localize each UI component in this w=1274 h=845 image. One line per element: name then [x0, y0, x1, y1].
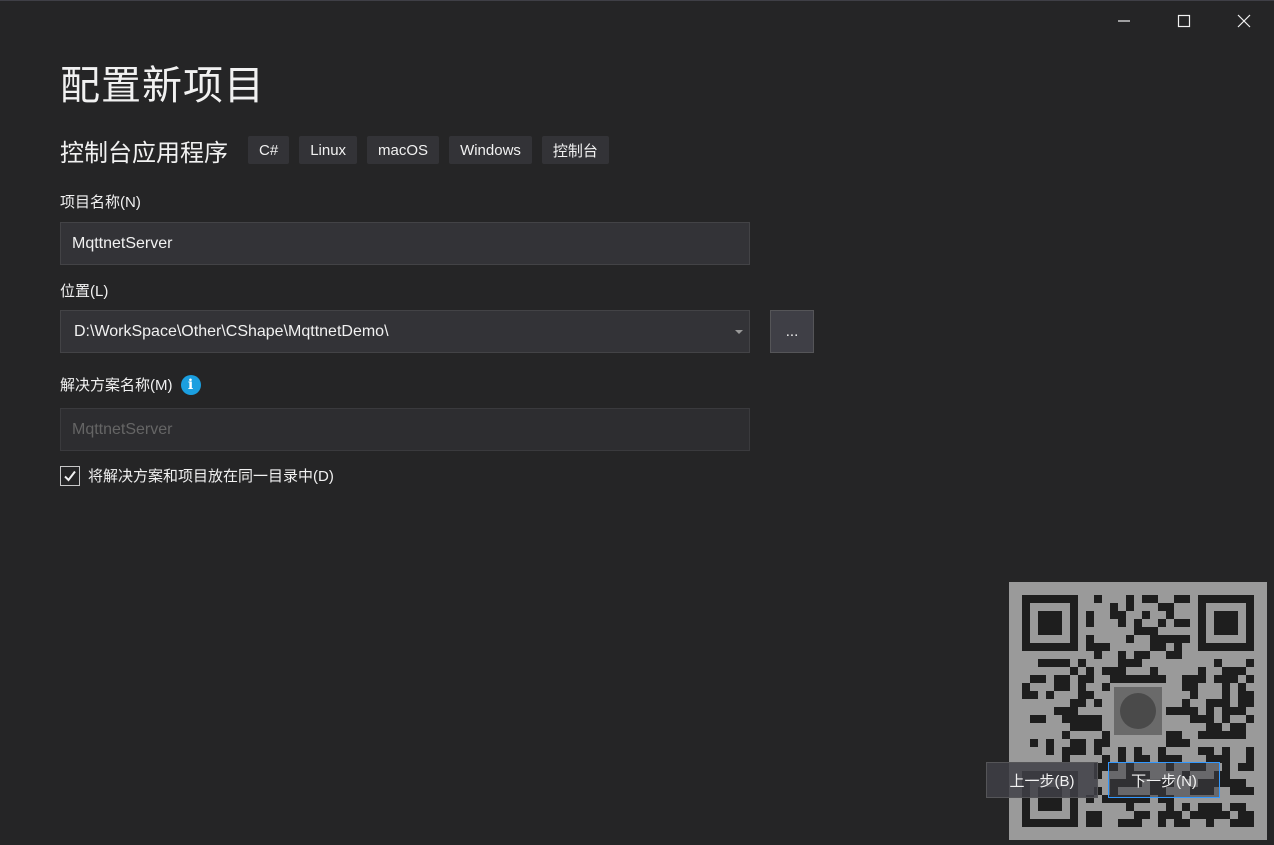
location-label: 位置(L)	[60, 283, 109, 300]
template-info: 控制台应用程序 C# Linux macOS Windows 控制台	[60, 135, 619, 167]
solution-name-placeholder: MqttnetServer	[72, 420, 173, 438]
tag-csharp: C#	[248, 136, 290, 164]
tag-linux: Linux	[299, 136, 358, 164]
template-name: 控制台应用程序	[60, 139, 228, 167]
project-name-input[interactable]: MqttnetServer	[60, 222, 750, 265]
minimize-icon	[1118, 20, 1130, 22]
same-directory-checkbox[interactable]	[60, 465, 80, 486]
next-button[interactable]: 下一步(N)	[1108, 762, 1220, 798]
project-name-value: MqttnetServer	[72, 234, 173, 252]
location-combobox[interactable]: D:\WorkSpace\Other\CShape\MqttnetDemo\	[60, 310, 750, 353]
maximize-button[interactable]	[1154, 1, 1214, 41]
solution-name-input: MqttnetServer	[60, 408, 750, 451]
location-value: D:\WorkSpace\Other\CShape\MqttnetDemo\	[74, 322, 389, 340]
browse-button[interactable]: ...	[770, 310, 814, 353]
solution-name-label-row: 解决方案名称(M) i	[60, 374, 201, 395]
back-button[interactable]: 上一步(B)	[986, 762, 1098, 798]
maximize-icon	[1177, 14, 1191, 28]
info-icon[interactable]: i	[180, 374, 201, 395]
tag-console: 控制台	[541, 136, 609, 164]
close-button[interactable]	[1214, 1, 1274, 41]
close-icon	[1237, 14, 1251, 28]
tag-windows: Windows	[449, 136, 532, 164]
qr-code-overlay	[1009, 582, 1267, 840]
configure-project-window: 配置新项目 控制台应用程序 C# Linux macOS Windows 控制台…	[0, 0, 1274, 845]
solution-name-label: 解决方案名称(M)	[60, 377, 173, 394]
project-name-label: 项目名称(N)	[60, 194, 141, 211]
minimize-button[interactable]	[1094, 1, 1154, 41]
window-controls	[1094, 1, 1274, 41]
checkmark-icon	[64, 470, 76, 482]
dropdown-arrow-icon[interactable]	[735, 330, 743, 334]
page-title: 配置新项目	[60, 64, 265, 108]
same-directory-label: 将解决方案和项目放在同一目录中(D)	[88, 468, 334, 485]
qr-code-image	[1022, 595, 1254, 827]
tag-macos: macOS	[367, 136, 440, 164]
same-directory-option[interactable]: 将解决方案和项目放在同一目录中(D)	[60, 465, 334, 486]
